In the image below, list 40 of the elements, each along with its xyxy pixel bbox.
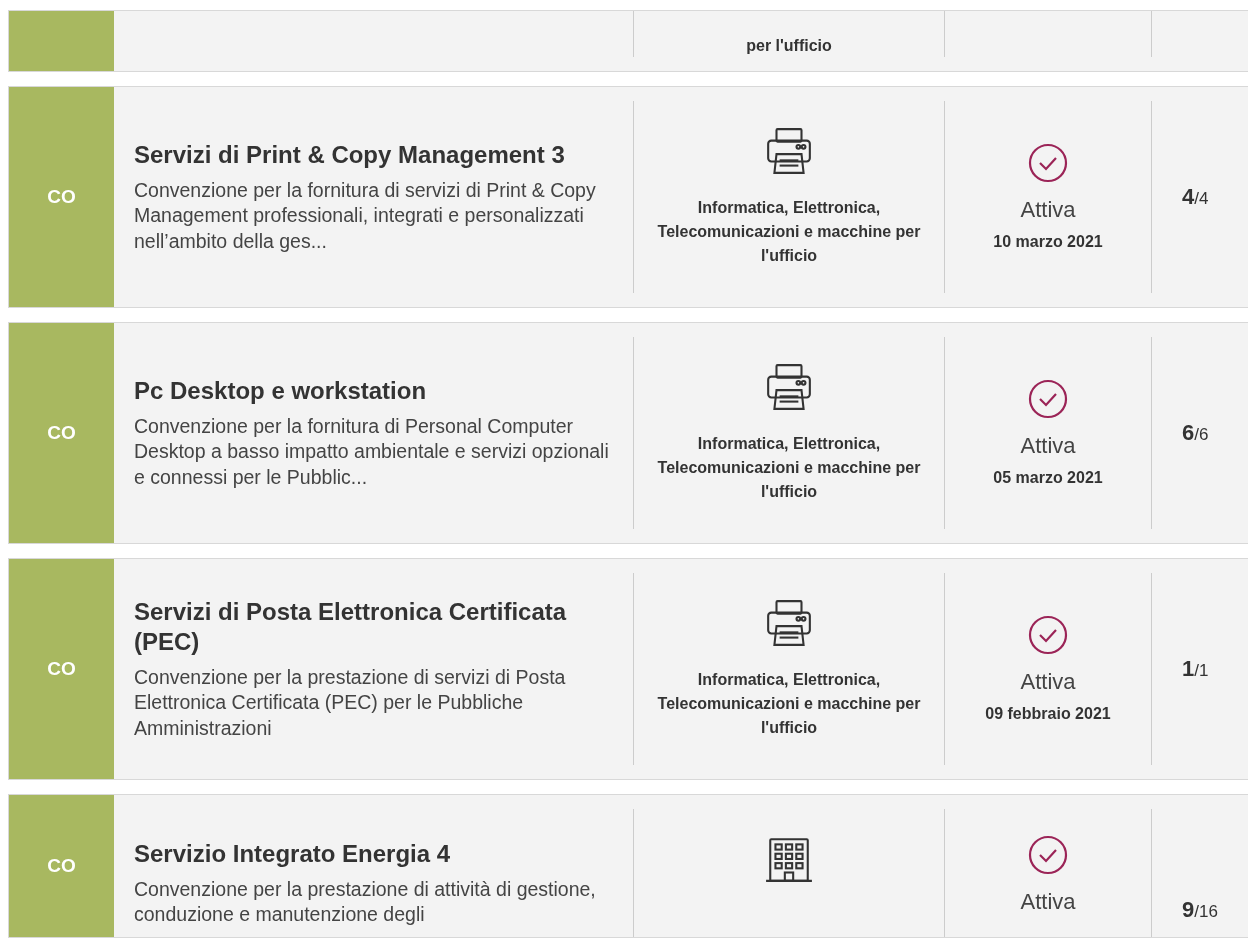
status-label: Attiva [1020,197,1076,223]
card-description: Convenzione per la prestazione di attività di gestione, conduzione e manutenzione degli [134,877,597,928]
card-background[interactable] [8,86,1248,308]
check-circle-icon [1028,143,1068,183]
check-circle-icon [1028,379,1068,419]
lot-count: 6/6 [1182,420,1209,446]
check-circle-icon [1028,835,1068,875]
card-description: Convenzione per la fornitura di Personal Computer Desktop a basso impatto ambientale e servizi opzionali e connessi per le Pubblic... [134,414,609,490]
lot-count: 9/16 [1182,897,1218,923]
card-background[interactable] [8,322,1248,544]
type-code: CO [47,658,76,680]
category-label: Informatica, Elettronica, Telecomunicazioni e macchine per l'ufficio [656,198,922,266]
status-date: 05 marzo 2021 [993,469,1103,487]
card-background[interactable]: CO Servizio Integrato Energia 4 Convenzione per la prestazione di attività di gestione, conduzione e manutenzione degli Attiva 9/16 [8,794,1248,938]
type-code: CO [47,422,76,444]
category-label: per l'ufficio [745,36,833,57]
card-description: Convenzione per la fornitura di servizi di Print & Copy Management professionali, integrati e personalizzati nell’ambito della ges... [134,178,597,254]
building-icon [764,835,814,885]
status-date: 10 marzo 2021 [993,233,1103,251]
category-label: Informatica, Elettronica, Telecomunicazioni e macchine per l'ufficio [656,670,922,738]
card-title[interactable]: Servizi di Posta Elettronica Certificata (PEC) [134,597,609,657]
card-title[interactable]: Servizi di Print & Copy Management 3 [134,140,609,170]
card-background[interactable] [8,558,1248,780]
card-title[interactable]: Servizio Integrato Energia 4 [134,839,609,869]
lot-count: 1/1 [1182,656,1209,682]
status-label: Attiva [1020,889,1076,915]
card-title[interactable]: Pc Desktop e workstation [134,376,609,406]
printer-icon [764,362,814,412]
lot-count: 4/4 [1182,184,1209,210]
category-label: Informatica, Elettronica, Telecomunicazioni e macchine per l'ufficio [656,434,922,502]
type-code: CO [47,855,76,877]
status-label: Attiva [1020,433,1076,459]
printer-icon [764,126,814,176]
type-code: CO [47,186,76,208]
status-date: 09 febbraio 2021 [985,705,1111,723]
card-description: Convenzione per la prestazione di servizi di Posta Elettronica Certificata (PEC) per le Pubbliche Amministrazioni [134,665,567,741]
status-label: Attiva [1020,669,1076,695]
card-background[interactable]: per l'ufficio [8,10,1248,72]
check-circle-icon [1028,615,1068,655]
printer-icon [764,598,814,648]
